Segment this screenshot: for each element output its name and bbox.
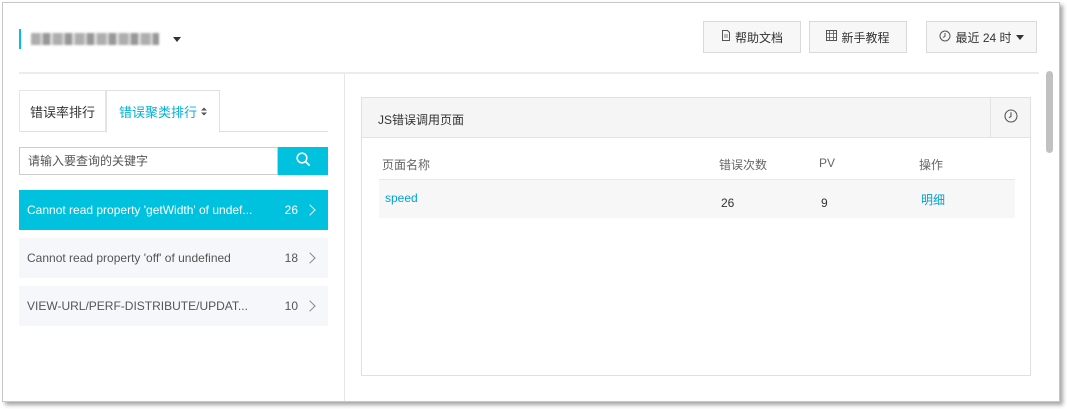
time-range-label: 最近 24 时 [955, 30, 1012, 45]
error-count: 10 [284, 299, 298, 313]
help-docs-label: 帮助文档 [734, 30, 783, 45]
scrollbar-thumb[interactable] [1046, 71, 1053, 153]
chevron-right-icon [304, 300, 316, 312]
column-header-error-count: 错误次数 [719, 158, 768, 172]
tab-error-rate-ranking[interactable]: 错误率排行 [19, 90, 106, 132]
column-header-page-name: 页面名称 [382, 158, 431, 172]
chevron-right-icon [304, 252, 316, 264]
app-name-blurred [31, 33, 159, 45]
tab-error-cluster-ranking[interactable]: 错误聚类排行 [106, 90, 220, 133]
beginner-guide-button[interactable]: 新手教程 [809, 21, 907, 53]
column-header-pv: PV [819, 156, 836, 170]
help-docs-button[interactable]: 帮助文档 [703, 21, 801, 53]
document-icon [721, 30, 731, 44]
card-title: JS错误调用页面 [378, 113, 465, 127]
chevron-right-icon [304, 204, 316, 216]
sort-icon [201, 107, 207, 116]
js-error-pages-card: JS错误调用页面 页面名称 错误次数 PV 操作 speed 26 9 明细 [361, 97, 1031, 376]
clock-icon [1003, 109, 1018, 126]
error-count: 26 [284, 203, 298, 217]
clock-icon [939, 30, 951, 45]
error-count: 18 [284, 251, 298, 265]
search-input[interactable] [19, 147, 278, 175]
column-header-action: 操作 [919, 158, 944, 172]
page-name-link[interactable]: speed [385, 191, 418, 205]
header: 帮助文档 新手教程 最近 24 时 [3, 3, 1059, 73]
keyword-search [19, 147, 328, 175]
header-divider [19, 72, 1039, 74]
caret-down-icon [173, 36, 181, 42]
panel-divider [344, 74, 345, 401]
guide-icon [826, 30, 838, 44]
console-window: 帮助文档 新手教程 最近 24 时 错误率排行 错误聚类排行 请输入要查询的关键… [2, 2, 1060, 402]
tab-label: 错误聚类排行 [118, 105, 197, 120]
beginner-guide-label: 新手教程 [841, 30, 890, 45]
detail-link[interactable]: 明细 [921, 191, 945, 208]
error-count-cell: 26 [721, 196, 735, 210]
time-range-dropdown[interactable]: 最近 24 时 [926, 21, 1037, 53]
search-button[interactable] [278, 147, 328, 175]
error-list-item[interactable]: Cannot read property 'getWidth' of undef… [19, 190, 328, 230]
history-clock-button[interactable] [990, 98, 1030, 137]
caret-down-icon [1015, 34, 1024, 40]
error-message: VIEW-URL/PERF-DISTRIBUTE/UPDAT... [27, 299, 248, 313]
ranking-tabs: 错误率排行 错误聚类排行 [19, 90, 328, 133]
card-header: JS错误调用页面 [362, 98, 1030, 138]
error-message: Cannot read property 'getWidth' of undef… [27, 203, 253, 217]
app-accent-bar [19, 29, 21, 49]
error-list-item[interactable]: VIEW-URL/PERF-DISTRIBUTE/UPDAT... 10 [19, 286, 328, 326]
error-list-item[interactable]: Cannot read property 'off' of undefined … [19, 238, 328, 278]
error-message: Cannot read property 'off' of undefined [27, 251, 231, 265]
table-row [379, 180, 1015, 218]
pv-cell: 9 [821, 196, 828, 210]
search-icon [295, 152, 311, 170]
tab-label: 错误率排行 [29, 105, 95, 120]
app-switcher[interactable] [19, 28, 181, 50]
